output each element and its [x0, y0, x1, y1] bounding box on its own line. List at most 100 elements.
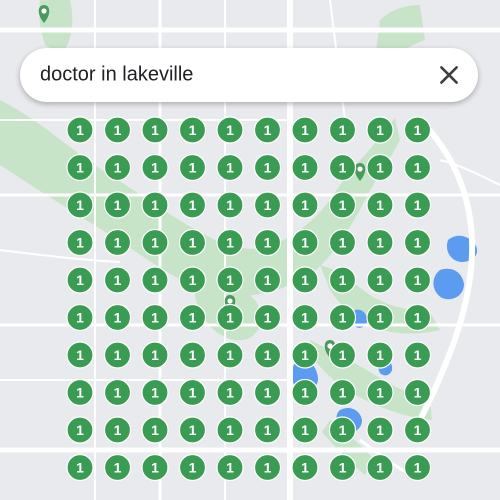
cluster-marker[interactable]: 1: [291, 116, 319, 144]
cluster-marker[interactable]: 1: [178, 153, 207, 182]
cluster-marker[interactable]: 1: [403, 341, 432, 369]
cluster-marker[interactable]: 1: [366, 116, 394, 144]
cluster-marker[interactable]: 1: [66, 303, 94, 332]
cluster-marker[interactable]: 1: [253, 303, 282, 332]
cluster-marker[interactable]: 1: [103, 266, 132, 294]
cluster-marker[interactable]: 1: [103, 416, 132, 444]
search-bar[interactable]: doctor in lakeville: [20, 48, 478, 102]
cluster-marker[interactable]: 1: [291, 378, 319, 407]
cluster-marker[interactable]: 1: [366, 416, 394, 444]
cluster-marker[interactable]: 1: [291, 153, 319, 182]
cluster-marker[interactable]: 1: [141, 228, 169, 257]
cluster-marker[interactable]: 1: [366, 228, 394, 257]
cluster-marker[interactable]: 1: [103, 341, 132, 369]
cluster-marker[interactable]: 1: [103, 303, 132, 332]
cluster-marker[interactable]: 1: [328, 303, 357, 332]
cluster-marker[interactable]: 1: [403, 416, 432, 444]
cluster-marker[interactable]: 1: [178, 266, 207, 294]
search-query[interactable]: doctor in lakeville: [40, 64, 193, 87]
cluster-marker[interactable]: 1: [291, 341, 319, 369]
cluster-marker[interactable]: 1: [178, 341, 207, 369]
cluster-marker[interactable]: 1: [141, 116, 169, 144]
cluster-marker[interactable]: 1: [66, 416, 94, 444]
cluster-marker[interactable]: 1: [66, 266, 94, 294]
cluster-marker[interactable]: 1: [178, 303, 207, 332]
cluster-marker[interactable]: 1: [66, 191, 94, 219]
cluster-marker[interactable]: 1: [103, 228, 132, 257]
cluster-marker[interactable]: 1: [366, 303, 394, 332]
cluster-marker[interactable]: 1: [253, 378, 282, 407]
cluster-marker[interactable]: 1: [291, 228, 319, 257]
cluster-marker[interactable]: 1: [178, 416, 207, 444]
cluster-marker[interactable]: 1: [403, 228, 432, 257]
cluster-marker[interactable]: 1: [291, 266, 319, 294]
cluster-marker[interactable]: 1: [216, 341, 244, 369]
cluster-marker[interactable]: 1: [253, 191, 282, 219]
cluster-marker[interactable]: 1: [403, 191, 432, 219]
cluster-marker[interactable]: 1: [366, 266, 394, 294]
cluster-marker[interactable]: 1: [216, 191, 244, 219]
cluster-marker[interactable]: 1: [103, 116, 132, 144]
cluster-marker[interactable]: 1: [366, 153, 394, 182]
cluster-marker[interactable]: 1: [66, 453, 94, 482]
cluster-marker[interactable]: 1: [216, 266, 244, 294]
cluster-marker[interactable]: 1: [103, 453, 132, 482]
cluster-marker[interactable]: 1: [216, 116, 244, 144]
cluster-marker[interactable]: 1: [141, 341, 169, 369]
cluster-marker[interactable]: 1: [291, 303, 319, 332]
cluster-marker[interactable]: 1: [253, 153, 282, 182]
cluster-marker[interactable]: 1: [66, 153, 94, 182]
cluster-marker[interactable]: 1: [178, 116, 207, 144]
cluster-marker[interactable]: 1: [216, 303, 244, 332]
cluster-marker[interactable]: 1: [328, 191, 357, 219]
cluster-marker[interactable]: 1: [141, 266, 169, 294]
cluster-marker[interactable]: 1: [403, 116, 432, 144]
cluster-marker[interactable]: 1: [253, 416, 282, 444]
cluster-marker[interactable]: 1: [178, 378, 207, 407]
cluster-marker[interactable]: 1: [328, 378, 357, 407]
cluster-marker[interactable]: 1: [178, 228, 207, 257]
cluster-marker[interactable]: 1: [141, 303, 169, 332]
cluster-marker[interactable]: 1: [291, 453, 319, 482]
cluster-marker[interactable]: 1: [403, 453, 432, 482]
cluster-marker[interactable]: 1: [403, 303, 432, 332]
cluster-marker[interactable]: 1: [141, 153, 169, 182]
cluster-marker[interactable]: 1: [328, 228, 357, 257]
cluster-marker[interactable]: 1: [103, 191, 132, 219]
cluster-marker[interactable]: 1: [141, 378, 169, 407]
cluster-marker[interactable]: 1: [291, 191, 319, 219]
cluster-marker[interactable]: 1: [403, 266, 432, 294]
cluster-marker[interactable]: 1: [66, 116, 94, 144]
cluster-marker[interactable]: 1: [328, 416, 357, 444]
cluster-marker[interactable]: 1: [328, 153, 357, 182]
cluster-marker[interactable]: 1: [178, 453, 207, 482]
cluster-marker[interactable]: 1: [366, 191, 394, 219]
cluster-marker[interactable]: 1: [253, 266, 282, 294]
cluster-marker[interactable]: 1: [103, 378, 132, 407]
cluster-marker[interactable]: 1: [178, 191, 207, 219]
cluster-marker[interactable]: 1: [141, 453, 169, 482]
cluster-marker[interactable]: 1: [328, 341, 357, 369]
close-icon[interactable]: [436, 62, 462, 88]
cluster-marker[interactable]: 1: [216, 416, 244, 444]
cluster-marker[interactable]: 1: [66, 378, 94, 407]
cluster-marker[interactable]: 1: [141, 416, 169, 444]
cluster-marker[interactable]: 1: [253, 453, 282, 482]
cluster-marker[interactable]: 1: [253, 116, 282, 144]
cluster-marker[interactable]: 1: [291, 416, 319, 444]
cluster-marker[interactable]: 1: [366, 341, 394, 369]
cluster-marker[interactable]: 1: [366, 453, 394, 482]
cluster-marker[interactable]: 1: [216, 228, 244, 257]
cluster-marker[interactable]: 1: [328, 266, 357, 294]
cluster-marker[interactable]: 1: [216, 153, 244, 182]
cluster-marker[interactable]: 1: [403, 378, 432, 407]
cluster-marker[interactable]: 1: [216, 453, 244, 482]
cluster-marker[interactable]: 1: [216, 378, 244, 407]
cluster-marker[interactable]: 1: [253, 228, 282, 257]
cluster-marker[interactable]: 1: [253, 341, 282, 369]
cluster-marker[interactable]: 1: [141, 191, 169, 219]
cluster-marker[interactable]: 1: [366, 378, 394, 407]
cluster-marker[interactable]: 1: [66, 228, 94, 257]
cluster-marker[interactable]: 1: [328, 453, 357, 482]
cluster-marker[interactable]: 1: [328, 116, 357, 144]
